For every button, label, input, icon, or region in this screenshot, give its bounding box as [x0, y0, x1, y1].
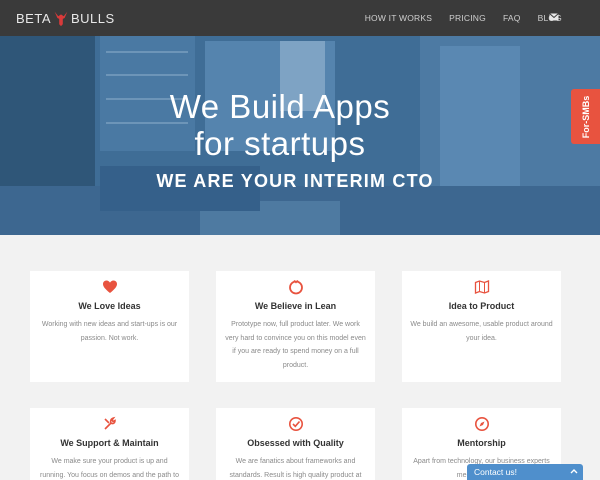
feature-card-quality: Obsessed with Quality We are fanatics ab… [216, 408, 375, 480]
bull-logo-icon [54, 11, 68, 27]
card-description: We make sure your product is up and runn… [40, 458, 179, 479]
for-smbs-tab[interactable]: For-SMBs [571, 89, 600, 144]
card-title: Obsessed with Quality [247, 438, 344, 448]
card-title: We Support & Maintain [60, 438, 159, 448]
contact-us-bar[interactable]: Contact us! [467, 464, 583, 480]
logo-text-right: BULLS [71, 10, 115, 26]
mail-icon[interactable] [549, 13, 559, 21]
card-title: Mentorship [457, 438, 506, 448]
contact-us-label: Contact us! [474, 467, 517, 477]
nav-links: HOW IT WORKS PRICING FAQ BLOG [348, 0, 562, 36]
feature-card-support: We Support & Maintain We make sure your … [30, 408, 189, 480]
nav-how-it-works[interactable]: HOW IT WORKS [365, 13, 432, 23]
map-icon [474, 280, 489, 294]
card-description: Working with new ideas and start-ups is … [41, 321, 178, 342]
logo-text-left: BETA [16, 10, 51, 26]
feature-card-lean: We Believe in Lean Prototype now, full p… [216, 271, 375, 382]
heart-icon [102, 280, 117, 293]
feature-card-love-ideas: We Love Ideas Working with new ideas and… [30, 271, 189, 382]
card-title: We Love Ideas [78, 301, 141, 311]
check-circle-icon [288, 417, 303, 431]
card-title: Idea to Product [448, 301, 515, 311]
chevron-up-icon [570, 469, 578, 474]
brand-logo[interactable]: BETA BULLS [16, 9, 115, 27]
card-description: We are fanatics about frameworks and sta… [229, 458, 362, 479]
compass-icon [474, 417, 489, 431]
card-title: We Believe in Lean [254, 301, 337, 311]
hero-banner: We Build Apps for startups WE ARE YOUR I… [0, 36, 600, 235]
hero-subtitle: WE ARE YOUR INTERIM CTO [156, 171, 434, 191]
feature-card-idea-to-product: Idea to Product We build an awesome, usa… [402, 271, 561, 382]
top-navbar: BETA BULLS HOW IT WORKS PRICING FAQ BLOG [0, 0, 600, 36]
card-description: Prototype now, full product later. We wo… [225, 321, 366, 369]
card-description: We build an awesome, usable product arou… [410, 321, 553, 342]
hero-title-line1: We Build Apps [169, 88, 391, 125]
wrench-icon [103, 416, 116, 430]
for-smbs-label: For-SMBs [580, 95, 591, 138]
hero-title-line2: for startups [194, 125, 366, 162]
lean-circle-icon [288, 280, 303, 295]
nav-faq[interactable]: FAQ [503, 13, 521, 23]
nav-pricing[interactable]: PRICING [449, 13, 486, 23]
